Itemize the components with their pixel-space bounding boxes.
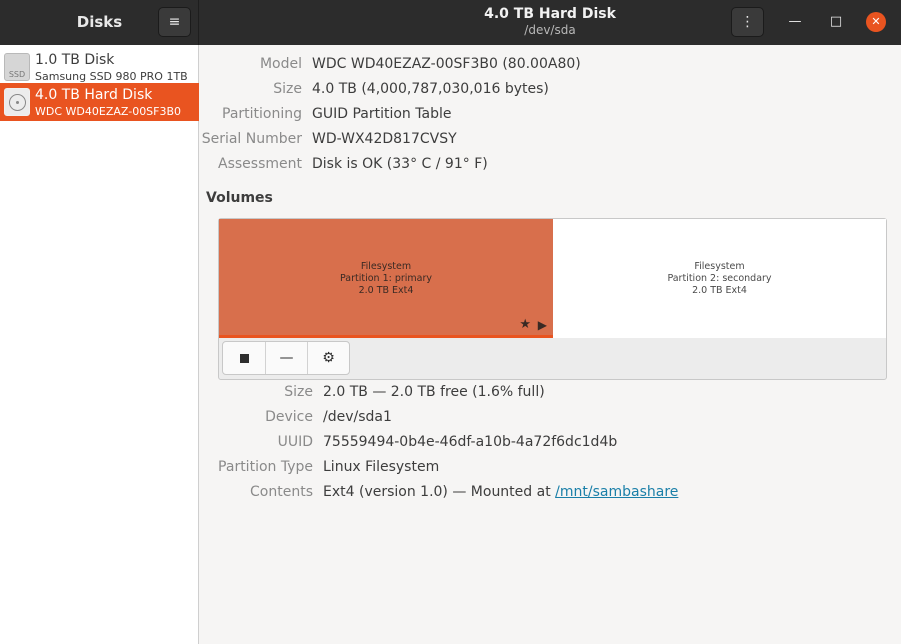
partition-size-value: 2.0 TB — 2.0 TB free (1.6% full) <box>323 384 545 400</box>
partition-1-size: 2.0 TB Ext4 <box>358 285 414 296</box>
serial-label: Serial Number <box>201 131 302 147</box>
maximize-icon: □ <box>829 14 843 29</box>
unmount-button[interactable] <box>223 342 265 374</box>
minimize-icon: — <box>788 14 802 29</box>
partition-2-size: 2.0 TB Ext4 <box>692 285 747 296</box>
contents-label: Contents <box>250 484 313 500</box>
gear-icon: ⚙ <box>322 350 335 366</box>
volumes-graphic: Filesystem Partition 1: primary 2.0 TB E… <box>218 218 887 380</box>
partition-type-value: Linux Filesystem <box>323 459 440 475</box>
device-value: /dev/sda1 <box>323 409 392 425</box>
sidebar-item-hard-disk[interactable]: 4.0 TB Hard Disk WDC WD40EZAZ-00SF3B0 <box>0 83 199 121</box>
kebab-icon: ⋮ <box>740 14 755 30</box>
hamburger-icon: ≡ <box>168 14 181 30</box>
drive-options-button[interactable]: ⋮ <box>731 7 764 37</box>
uuid-label: UUID <box>277 434 313 450</box>
hard-disk-icon <box>4 88 30 116</box>
sidebar-header: Disks ≡ <box>0 0 199 45</box>
assessment-value: Disk is OK (33° C / 91° F) <box>312 156 488 172</box>
device-label: Device <box>265 409 313 425</box>
hamburger-menu-button[interactable]: ≡ <box>158 7 191 37</box>
partition-2-type: Filesystem <box>694 261 745 272</box>
model-value: WDC WD40EZAZ-00SF3B0 (80.00A80) <box>312 56 581 72</box>
disk-name: 4.0 TB Hard Disk <box>35 87 153 103</box>
size-value: 4.0 TB (4,000,787,030,016 bytes) <box>312 81 549 97</box>
stop-icon <box>239 353 249 363</box>
play-icon: ▶ <box>537 318 547 332</box>
assessment-label: Assessment <box>218 156 302 172</box>
volume-toolbar: — ⚙ <box>222 341 350 375</box>
minus-icon: — <box>279 350 294 366</box>
contents-value: Ext4 (version 1.0) — Mounted at <box>323 484 556 500</box>
sidebar-item-ssd[interactable]: SSD 1.0 TB Disk Samsung SSD 980 PRO 1TB <box>0 48 199 86</box>
partition-2-name: Partition 2: secondary <box>667 273 772 284</box>
main-panel: Model WDC WD40EZAZ-00SF3B0 (80.00A80) Si… <box>200 45 901 644</box>
partition-options-button[interactable]: ⚙ <box>307 342 349 374</box>
disk-model: WDC WD40EZAZ-00SF3B0 <box>35 105 182 118</box>
close-button[interactable]: ✕ <box>866 12 886 32</box>
disk-model: Samsung SSD 980 PRO 1TB <box>35 70 188 83</box>
maximize-button[interactable]: □ <box>826 12 846 32</box>
partition-1-block[interactable]: Filesystem Partition 1: primary 2.0 TB E… <box>219 219 553 338</box>
partition-type-label: Partition Type <box>218 459 313 475</box>
star-icon: ★ <box>519 317 531 332</box>
ssd-icon: SSD <box>4 53 30 81</box>
partition-2-block[interactable]: Filesystem Partition 2: secondary 2.0 TB… <box>553 219 886 338</box>
size-label: Size <box>273 81 302 97</box>
partitioning-value: GUID Partition Table <box>312 106 452 122</box>
window-title: 4.0 TB Hard Disk <box>484 6 616 22</box>
partition-1-name: Partition 1: primary <box>339 273 433 284</box>
delete-partition-button[interactable]: — <box>265 342 307 374</box>
model-label: Model <box>259 56 302 72</box>
partitioning-label: Partitioning <box>222 106 302 122</box>
sidebar: SSD 1.0 TB Disk Samsung SSD 980 PRO 1TB … <box>0 45 199 644</box>
volumes-heading: Volumes <box>206 190 273 206</box>
uuid-value: 75559494-0b4e-46df-a10b-4a72f6dc1d4b <box>323 434 618 450</box>
serial-value: WD-WX42D817CVSY <box>312 131 457 147</box>
minimize-button[interactable]: — <box>785 12 805 32</box>
mount-point-link[interactable]: /mnt/sambashare <box>555 484 678 500</box>
header-bar: Disks ≡ 4.0 TB Hard Disk /dev/sda ⋮ — □ … <box>0 0 901 45</box>
window-subtitle: /dev/sda <box>524 23 576 37</box>
close-icon: ✕ <box>871 15 881 28</box>
partition-1-type: Filesystem <box>360 261 412 272</box>
disk-name: 1.0 TB Disk <box>35 52 115 68</box>
partition-size-label: Size <box>284 384 313 400</box>
window-title-block: 4.0 TB Hard Disk /dev/sda <box>400 6 700 37</box>
